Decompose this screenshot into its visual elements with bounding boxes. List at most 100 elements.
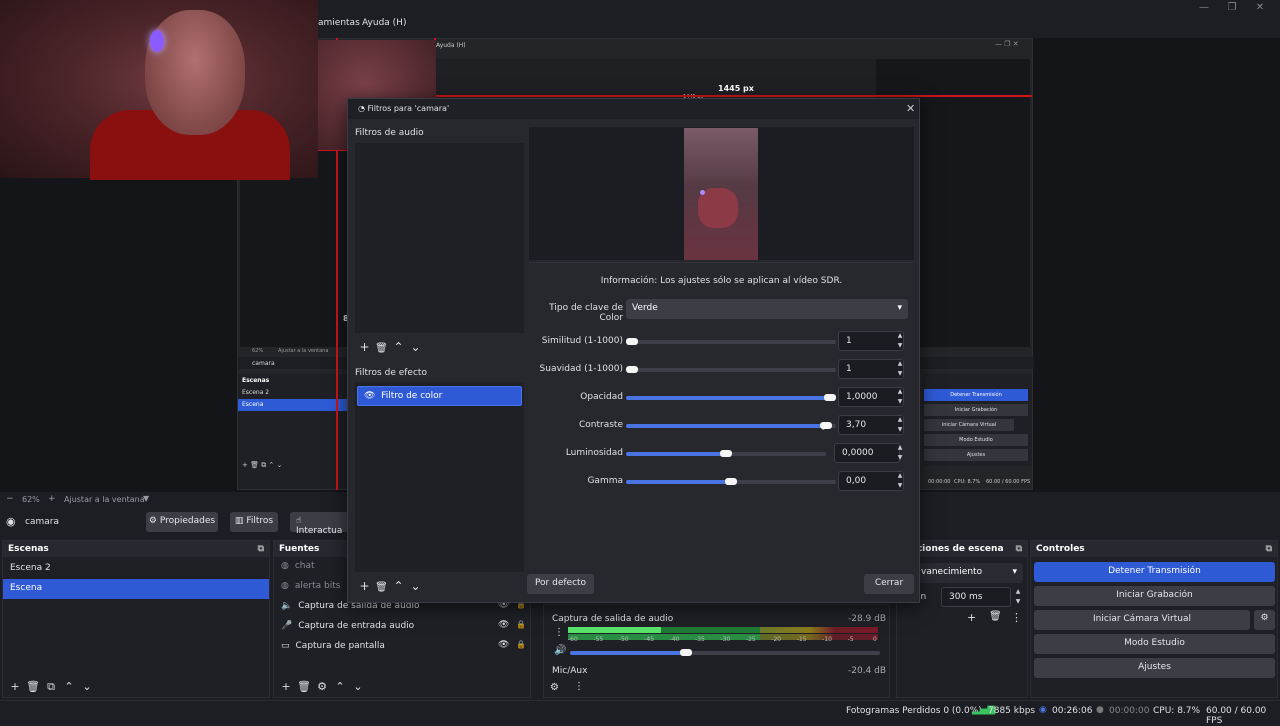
mixer-tick-label: -35 [695,636,705,643]
preview-headphone-light [700,190,705,195]
move-down-icon[interactable]: ⌄ [349,680,367,693]
trash-icon[interactable]: 🗑 [373,579,390,596]
move-down-icon[interactable]: ⌄ [78,680,96,693]
stop-streaming-button[interactable]: Detener Transmisión [1034,562,1275,582]
volume-slider[interactable] [570,651,880,655]
dock-undock-icon[interactable]: ⧉ [258,544,264,554]
volume-slider-thumb[interactable] [680,649,692,656]
eye-icon[interactable]: 👁 [364,391,375,401]
filters-button[interactable]: ▥ Filtros [230,512,278,532]
mixer-tick-label: -55 [593,636,604,643]
menu-help[interactable]: Ayuda (H) [362,18,406,28]
menu-tools[interactable]: amientas [318,18,360,28]
kebab-menu-icon[interactable]: ⋮ [554,627,564,638]
selected-source-name: camara [25,517,59,527]
move-down-icon[interactable]: ⌄ [407,339,424,356]
effect-filters-list[interactable] [355,382,524,572]
property-slider-thumb[interactable] [725,478,737,485]
properties-button[interactable]: ⚙ Propiedades [146,512,218,532]
move-up-icon[interactable]: ⌃ [331,680,349,693]
source-item-label: Captura de entrada audio [298,621,415,631]
kebab-menu-icon[interactable]: ⋮ [574,681,584,692]
property-slider-thumb[interactable] [626,366,638,373]
spin-arrows-icon[interactable]: ▲ ▼ [893,359,907,379]
start-virtual-camera-button[interactable]: Iniciar Cámara Virtual [1034,610,1250,630]
minimize-icon[interactable]: — [1192,2,1216,13]
zoom-in-icon[interactable]: + [48,494,56,504]
eye-icon[interactable]: 👁 [498,640,509,650]
close-window-icon[interactable]: ✕ [1248,2,1272,13]
zoom-out-icon[interactable]: − [6,494,14,504]
studio-mode-button[interactable]: Modo Estudio [1034,634,1275,654]
eye-icon[interactable]: 👁 [498,620,509,630]
property-slider-thumb[interactable] [720,450,732,457]
chevron-down-icon[interactable]: ▼ [143,494,149,503]
property-slider-thumb[interactable] [626,338,638,345]
dock-undock-icon[interactable]: ⧉ [1016,544,1022,554]
move-up-icon[interactable]: ⌃ [390,578,407,595]
trash-icon[interactable]: 🗑 [373,340,390,357]
duration-input[interactable]: 300 ms [941,587,1011,607]
source-item[interactable]: ▭ Captura de pantalla 👁 🔒 [274,637,530,657]
scenes-title-text: Escenas [8,544,49,554]
interact-button[interactable]: ☝ Interactua [290,512,348,536]
dialog-titlebar: ◔ Filtros para 'camara' [348,99,919,119]
gear-icon[interactable]: ⚙ [313,680,331,693]
start-recording-button[interactable]: Iniciar Grabación [1034,586,1275,606]
color-key-select[interactable]: Verde ▾ [626,299,908,319]
spin-arrows-icon[interactable]: ▲ ▼ [893,471,907,491]
property-slider[interactable] [626,424,836,428]
property-value-input[interactable]: 0,0000 [834,443,900,463]
add-filter-icon[interactable]: + [356,339,373,356]
dock-undock-icon[interactable]: ⧉ [1266,544,1272,554]
sources-title-text: Fuentes [279,544,320,554]
spin-arrows-icon[interactable]: ▲ ▼ [893,415,907,435]
property-slider[interactable] [626,396,836,400]
add-source-icon[interactable]: + [277,680,295,693]
add-scene-icon[interactable]: + [6,680,24,693]
source-item[interactable]: 🎤 Captura de entrada audio 👁 🔒 [274,617,530,637]
speaker-icon[interactable]: 🔊 [554,645,566,656]
trash-icon[interactable]: 🗑 [989,611,1002,622]
filter-item-color-filter[interactable]: 👁 Filtro de color [357,386,522,406]
trash-icon[interactable]: 🗑 [24,680,42,693]
move-down-icon[interactable]: ⌄ [407,578,424,595]
webcam-image [0,0,318,180]
property-slider[interactable] [626,368,836,372]
move-up-icon[interactable]: ⌃ [60,680,78,693]
property-slider-thumb[interactable] [824,394,836,401]
scene-filter-icon[interactable]: ⧉ [42,680,60,694]
spin-arrows-icon[interactable]: ▲ ▼ [893,387,907,407]
trash-icon[interactable]: 🗑 [295,680,313,693]
maximize-icon[interactable]: ❐ [1220,2,1244,13]
transition-type-select[interactable]: vanecimiento ▾ [915,563,1023,583]
close-button[interactable]: Cerrar [864,574,914,594]
close-icon[interactable]: ✕ [906,102,915,115]
zoom-fit-select[interactable]: Ajustar a la ventana [64,495,145,504]
audio-mixer-dock: Captura de salida de audio -28.9 dB ⋮ -6… [543,604,890,698]
nested-control-btn: Ajustes [924,449,1028,461]
defaults-button[interactable]: Por defecto [527,574,594,594]
lock-icon[interactable]: 🔒 [516,620,526,629]
spin-arrows-icon[interactable]: ▲ ▼ [893,443,907,463]
gears-icon[interactable]: ⚙ [550,682,559,693]
browser-icon: ◍ [281,561,289,571]
property-slider[interactable] [626,340,836,344]
nested-control-btn: iniciar Cámara Virtual [924,419,1014,431]
add-transition-icon[interactable]: + [967,611,976,624]
nested-measure-label: 1445 px [718,84,754,93]
kebab-menu-icon[interactable]: ⋮ [1011,611,1022,624]
color-key-label: Tipo de clave de Color [549,303,623,323]
property-slider-fill [626,424,832,428]
spin-arrows-icon[interactable]: ▲ ▼ [1011,587,1025,607]
settings-button[interactable]: Ajustes [1034,658,1275,678]
lock-icon[interactable]: 🔒 [516,640,526,649]
scene-item[interactable]: Escena 2 [3,559,269,579]
spin-arrows-icon[interactable]: ▲ ▼ [893,331,907,351]
virtual-camera-settings-gear-icon[interactable]: ⚙ [1254,610,1275,630]
speaker-icon: 🔈 [281,601,293,611]
move-up-icon[interactable]: ⌃ [390,339,407,356]
add-filter-icon[interactable]: + [356,578,373,595]
scene-item-selected[interactable]: Escena [3,579,269,599]
audio-filters-list[interactable] [355,143,524,333]
